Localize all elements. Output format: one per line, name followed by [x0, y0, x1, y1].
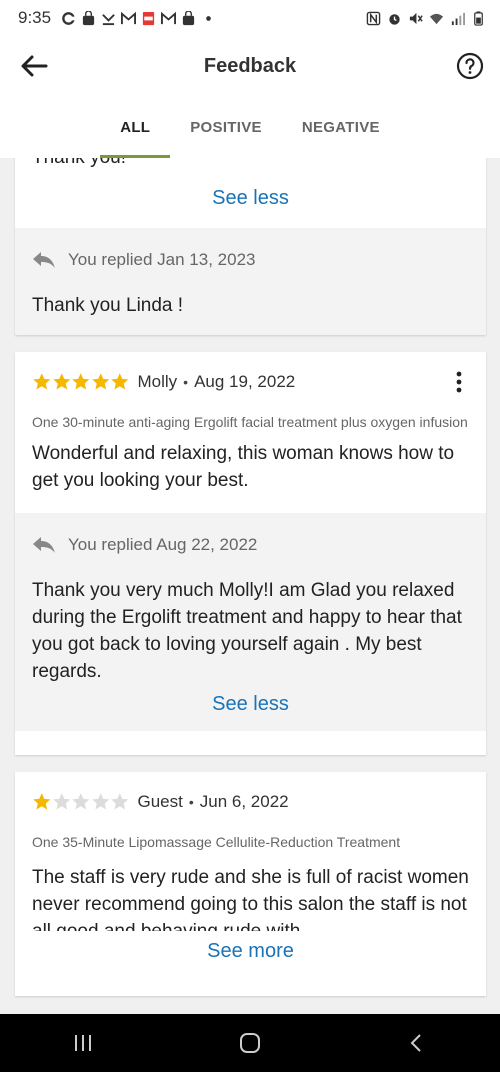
see-less-link[interactable]: See less [32, 685, 469, 723]
reply-icon [33, 252, 55, 268]
review-text: Wonderful and relaxing, this woman knows… [32, 443, 455, 491]
gmail-icon [121, 11, 137, 24]
star-empty-icon [72, 793, 90, 810]
back-nav-icon[interactable] [405, 1031, 429, 1055]
star-filled-icon [33, 373, 51, 390]
tab-all[interactable]: ALL [100, 96, 171, 158]
gmail-icon [161, 11, 177, 24]
system-nav-bar [0, 1014, 500, 1072]
reviewer-name: Molly [137, 372, 178, 391]
see-more-link[interactable]: See more [15, 931, 486, 971]
back-arrow-icon[interactable] [18, 50, 50, 82]
system-icons [366, 10, 486, 26]
battery-icon [474, 10, 483, 26]
page-title: Feedback [203, 54, 297, 77]
notification-icons [61, 10, 216, 26]
star-filled-icon [91, 373, 109, 390]
star-filled-icon [33, 793, 51, 810]
review-date: Jun 6, 2022 [199, 792, 289, 811]
service-name: One 30-minute anti-aging Ergolift facial… [32, 414, 468, 430]
help-icon[interactable] [456, 52, 484, 80]
pdf-icon [142, 11, 155, 25]
review-card: Guest • Jun 6, 2022 One 35-Minute Lipoma… [15, 772, 486, 996]
star-filled-icon [72, 373, 90, 390]
separator-dot: • [188, 794, 194, 810]
more-options-icon[interactable] [449, 370, 469, 394]
reply-text: Thank you very much Molly!I am Glad you … [32, 580, 462, 682]
mute-icon [409, 12, 423, 24]
feedback-list[interactable]: Thank you! See less You replied Jan 13, … [0, 158, 500, 1014]
reply-text: Thank you Linda ! [32, 295, 184, 316]
reviewer-name: Guest [137, 792, 183, 811]
star-empty-icon [111, 793, 129, 810]
bag-icon [182, 10, 195, 25]
tab-positive[interactable]: POSITIVE [170, 96, 282, 158]
star-filled-icon [111, 373, 129, 390]
review-text: Thank you! [15, 158, 486, 178]
missed-call-icon [102, 13, 115, 25]
reply-date-label: You replied Jan 13, 2023 [68, 250, 256, 269]
status-bar: 9:35 [0, 0, 500, 36]
feedback-tabs: ALL POSITIVE NEGATIVE [0, 96, 500, 158]
star-filled-icon [52, 373, 70, 390]
status-time: 9:35 [18, 8, 52, 27]
star-rating [32, 372, 130, 392]
review-card: Thank you! See less You replied Jan 13, … [15, 158, 486, 335]
review-text: The staff is very rude and she is full o… [32, 867, 469, 931]
review-date: Aug 19, 2022 [194, 372, 296, 391]
nfc-icon [366, 11, 381, 25]
bag-icon [82, 10, 95, 25]
recent-apps-icon[interactable] [71, 1031, 95, 1055]
star-rating [32, 792, 130, 812]
reply-date-label: You replied Aug 22, 2022 [68, 535, 258, 554]
owner-reply: You replied Aug 22, 2022 Thank you very … [15, 513, 486, 731]
owner-reply: You replied Jan 13, 2023 Thank you Linda… [15, 228, 486, 335]
app-bar: Feedback [0, 36, 500, 96]
star-empty-icon [52, 793, 70, 810]
separator-dot: • [183, 374, 189, 390]
alarm-icon [389, 13, 400, 25]
wifi-icon [429, 13, 444, 24]
service-name: One 35-Minute Lipomassage Cellulite-Redu… [32, 834, 401, 850]
signal-icon [451, 12, 465, 25]
more-notifications-icon [206, 15, 211, 21]
review-card: Molly • Aug 19, 2022 One 30-minute anti-… [15, 352, 486, 755]
see-less-link[interactable]: See less [15, 178, 486, 218]
star-empty-icon [91, 793, 109, 810]
reply-icon [33, 537, 55, 553]
home-icon[interactable] [238, 1031, 262, 1055]
sync-icon [62, 11, 77, 25]
tab-negative[interactable]: NEGATIVE [282, 96, 400, 158]
